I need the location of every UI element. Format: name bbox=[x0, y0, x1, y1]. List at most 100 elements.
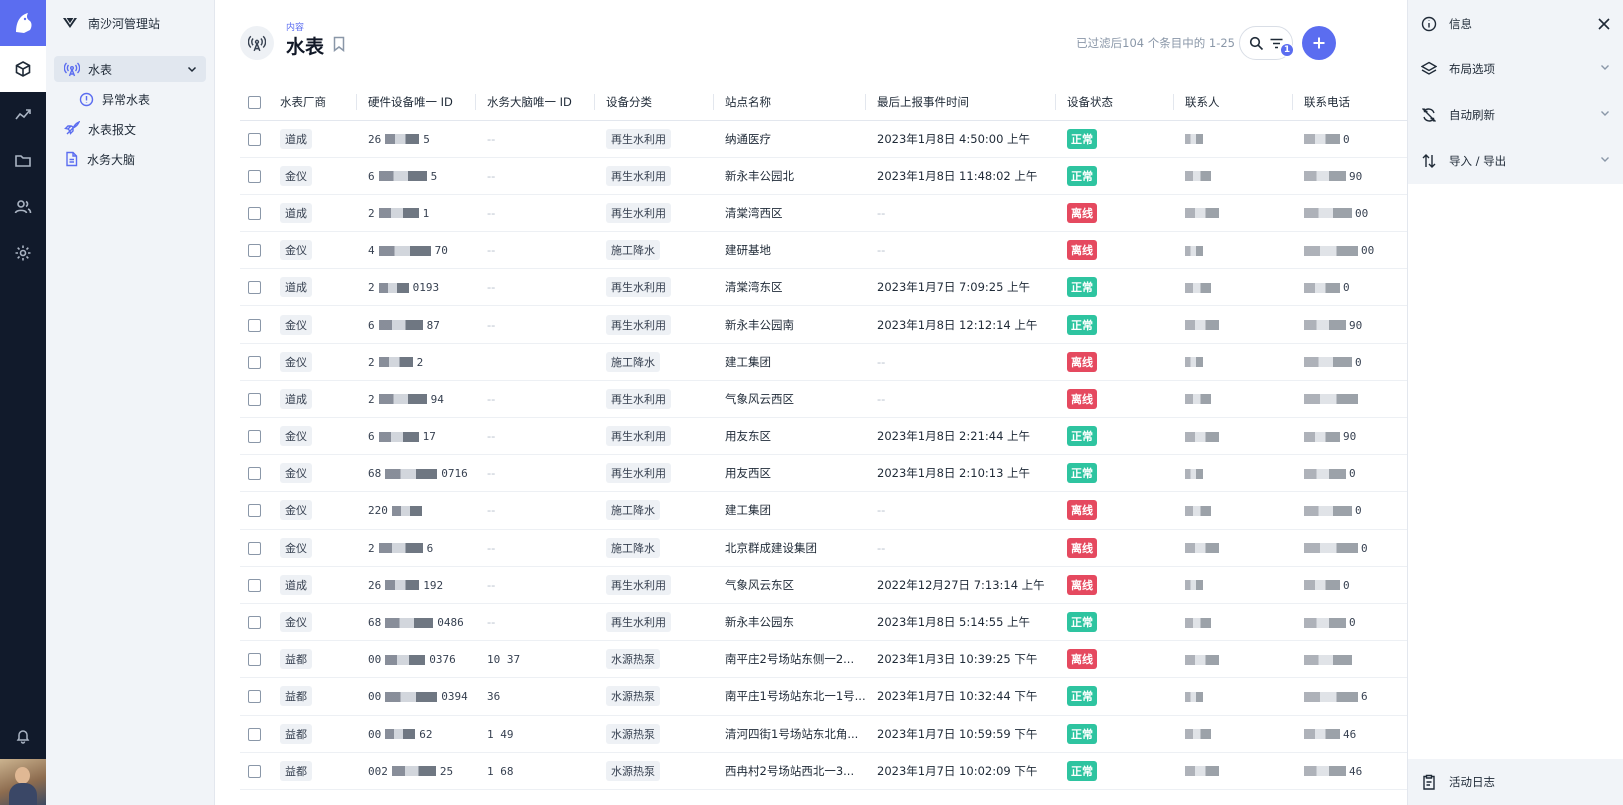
table-row[interactable]: 金仪 6 5 -- 再生水利用 新永丰公园北 2023年1月8日 11:48:02 上午 正常… bbox=[240, 157, 1407, 195]
redacted-mask bbox=[1185, 134, 1203, 145]
rail-settings-button[interactable] bbox=[0, 230, 46, 276]
table-row[interactable]: 金仪 68 0716 -- 再生水利用 用友西区 2023年1月8日 2:10:13 上午 正… bbox=[240, 454, 1407, 493]
column-header[interactable]: 联系电话 bbox=[1293, 84, 1407, 121]
row-checkbox[interactable] bbox=[248, 578, 261, 592]
table-row[interactable]: 金仪 2 6 -- 施工降水 北京群成建设集团 -- 离线 0 bbox=[240, 529, 1407, 567]
row-checkbox[interactable] bbox=[248, 206, 261, 220]
table-row[interactable]: 金仪 6 87 -- 再生水利用 新永丰公园南 2023年1月8日 12:12:14 上午 正… bbox=[240, 305, 1407, 344]
row-checkbox[interactable] bbox=[248, 430, 261, 444]
redacted-mask bbox=[1304, 245, 1358, 256]
last-report-time: -- bbox=[877, 354, 886, 369]
phone-suffix: 0 bbox=[1361, 541, 1368, 555]
row-checkbox[interactable] bbox=[248, 281, 261, 295]
table-row[interactable]: 道成 2 94 -- 再生水利用 气象风云西区 -- 离线 bbox=[240, 380, 1407, 419]
panel-layout-options[interactable]: 布局选项 bbox=[1408, 46, 1623, 92]
hw-id-suffix: 192 bbox=[423, 578, 444, 592]
table-row[interactable]: 金仪 68 0486 -- 再生水利用 新永丰公园东 2023年1月8日 5:14:55 上… bbox=[240, 603, 1407, 642]
vendor-tag: 道成 bbox=[280, 574, 312, 595]
table-row[interactable]: 金仪 220 -- 施工降水 建工集团 -- 离线 0 bbox=[240, 491, 1407, 530]
nav-item-abnormal-meter[interactable]: 异常水表 bbox=[54, 86, 206, 112]
rail-content-button[interactable] bbox=[0, 46, 46, 92]
filter-count-badge: 1 bbox=[1280, 43, 1294, 57]
panel-info[interactable]: 信息 bbox=[1408, 2, 1623, 46]
table-row[interactable]: 道成 2 0193 -- 再生水利用 清棠湾东区 2023年1月7日 7:09:25 上午 正… bbox=[240, 268, 1407, 307]
category-tag: 再生水利用 bbox=[606, 388, 671, 409]
nav-item-meter-message[interactable]: 水表报文 bbox=[54, 116, 206, 142]
redacted-mask bbox=[385, 729, 416, 740]
table-row[interactable]: 益都 00 62 1 49 水源热泵 清河四街1号场站东北角... 2023年1月7日 10… bbox=[240, 715, 1407, 753]
activity-log-button[interactable]: 活动日志 bbox=[1408, 759, 1623, 805]
add-item-button[interactable] bbox=[1302, 26, 1336, 60]
panel-import-export[interactable]: 导入 / 导出 bbox=[1408, 138, 1623, 184]
status-badge: 离线 bbox=[1067, 202, 1097, 223]
hw-id-suffix: 2 bbox=[416, 355, 424, 369]
vendor-tag: 益都 bbox=[280, 723, 312, 744]
bookmark-icon[interactable] bbox=[332, 36, 346, 52]
redacted-mask bbox=[385, 691, 438, 702]
row-checkbox[interactable] bbox=[248, 727, 261, 741]
row-checkbox[interactable] bbox=[248, 690, 261, 704]
row-checkbox[interactable] bbox=[248, 764, 261, 778]
nav-item-water-brain[interactable]: 水务大脑 bbox=[54, 146, 206, 172]
column-header[interactable]: 设备状态 bbox=[1056, 84, 1174, 121]
table-row[interactable]: 金仪 2 2 施工降水 建工集团 -- 离线 0 bbox=[240, 343, 1407, 381]
vendor-tag: 金仪 bbox=[280, 537, 312, 558]
search-icon[interactable] bbox=[1249, 36, 1264, 51]
avatar[interactable] bbox=[0, 759, 46, 805]
column-header[interactable]: 最后上报事件时间 bbox=[866, 84, 1056, 121]
row-checkbox[interactable] bbox=[248, 616, 261, 630]
rail-insights-button[interactable] bbox=[0, 92, 46, 138]
select-all-checkbox[interactable] bbox=[248, 95, 261, 109]
category-tag: 水源热泵 bbox=[606, 723, 660, 744]
nav-item-water-meter[interactable]: 水表 bbox=[54, 56, 206, 82]
phone-suffix: 6 bbox=[1361, 690, 1368, 704]
table-row[interactable]: 道成 2 1 -- 再生水利用 清棠湾西区 -- 离线 00 bbox=[240, 194, 1407, 233]
row-checkbox[interactable] bbox=[248, 467, 261, 481]
redacted-mask bbox=[1304, 766, 1346, 777]
column-header[interactable]: 设备分类 bbox=[595, 84, 714, 121]
row-checkbox[interactable] bbox=[248, 355, 261, 369]
table-row[interactable]: 道成 26 5 -- 再生水利用 纳通医疗 2023年1月8日 4:50:00 上午 正常 0 bbox=[240, 120, 1407, 158]
row-checkbox[interactable] bbox=[248, 244, 261, 258]
rail-files-button[interactable] bbox=[0, 138, 46, 184]
column-header[interactable]: 联系人 bbox=[1174, 84, 1293, 121]
table-row[interactable]: 益都 00 0394 36 水源热泵 南平庄1号场站东北一1号... 2023年1月7日 1… bbox=[240, 677, 1407, 716]
panel-auto-refresh[interactable]: 自动刷新 bbox=[1408, 92, 1623, 138]
close-icon[interactable] bbox=[1597, 17, 1611, 31]
last-report-time: 2023年1月7日 7:09:25 上午 bbox=[877, 280, 1031, 295]
activity-log-label: 活动日志 bbox=[1449, 775, 1495, 789]
row-checkbox[interactable] bbox=[248, 169, 261, 183]
row-checkbox[interactable] bbox=[248, 504, 261, 518]
hw-id-suffix: 87 bbox=[426, 318, 440, 332]
hw-id-suffix: 0716 bbox=[441, 467, 468, 481]
column-header[interactable]: 站点名称 bbox=[714, 84, 866, 121]
phone-suffix: 0 bbox=[1343, 132, 1350, 146]
row-checkbox[interactable] bbox=[248, 541, 261, 555]
status-badge: 正常 bbox=[1067, 612, 1097, 633]
site-name: 西冉村2号场站西北一3... bbox=[725, 763, 855, 778]
row-checkbox[interactable] bbox=[248, 392, 261, 406]
row-checkbox[interactable] bbox=[248, 653, 261, 667]
site-name: 建工集团 bbox=[725, 354, 771, 369]
column-header[interactable]: 硬件设备唯一 ID bbox=[357, 84, 476, 121]
status-badge: 离线 bbox=[1067, 240, 1097, 261]
table-row[interactable]: 益都 00 0376 10 37 水源热泵 南平庄2号场站东侧一2... 2023年1月3日… bbox=[240, 640, 1407, 679]
category-tag: 施工降水 bbox=[606, 351, 660, 372]
station-header[interactable]: 南沙河管理站 bbox=[46, 0, 214, 46]
table-row[interactable]: 益都 002 25 1 68 水源热泵 西冉村2号场站西北一3... 2023年1月7日 1… bbox=[240, 752, 1407, 790]
table-row[interactable]: 道成 26 192 -- 再生水利用 气象风云东区 2022年12月27日 7:13:14 … bbox=[240, 566, 1407, 604]
brain-id: -- bbox=[487, 243, 496, 258]
table-row[interactable]: 金仪 6 17 -- 再生水利用 用友东区 2023年1月8日 2:21:44 上午 正常 90 bbox=[240, 417, 1407, 456]
hw-id-suffix: 0486 bbox=[437, 616, 464, 630]
vendor-tag: 道成 bbox=[280, 202, 312, 223]
column-header[interactable]: 水务大脑唯一 ID bbox=[476, 84, 595, 121]
row-checkbox[interactable] bbox=[248, 132, 261, 146]
last-report-time: 2023年1月7日 10:32:44 下午 bbox=[877, 689, 1038, 704]
rail-notifications-button[interactable] bbox=[0, 713, 46, 759]
row-checkbox[interactable] bbox=[248, 318, 261, 332]
table-row[interactable]: 金仪 4 70 -- 施工降水 建研基地 -- 离线 00 bbox=[240, 231, 1407, 270]
app-logo[interactable] bbox=[0, 0, 46, 46]
rail-users-button[interactable] bbox=[0, 184, 46, 230]
column-header[interactable]: 水表厂商 bbox=[269, 84, 357, 121]
vendor-tag: 益都 bbox=[280, 649, 312, 670]
